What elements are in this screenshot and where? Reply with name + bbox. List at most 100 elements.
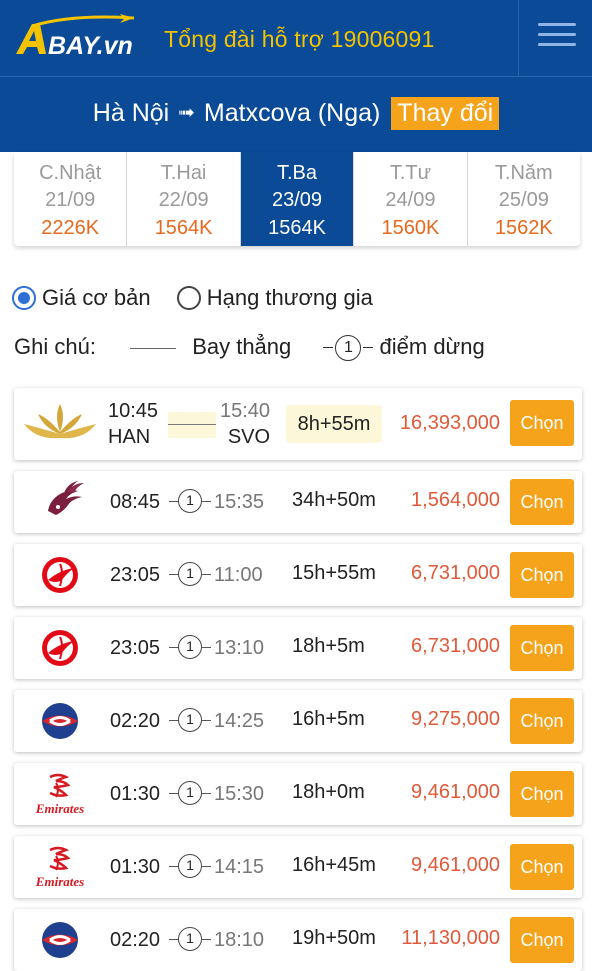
flight-duration: 19h+50m — [292, 927, 376, 949]
arrival-block: 15:40 SVO — [220, 398, 270, 450]
turkish-airlines-icon — [42, 630, 78, 666]
direct-line-icon — [130, 347, 177, 349]
arrival-time: 13:10 — [214, 637, 265, 659]
stop-icon: 1 — [169, 781, 211, 805]
hamburger-menu-icon[interactable] — [532, 20, 582, 54]
date-tab-price: 1560K — [381, 217, 440, 239]
stop-icon: 1 — [169, 562, 211, 586]
legend-stop: điểm dừng — [379, 334, 485, 359]
flight-times: 02:20 1 18:10 — [110, 927, 264, 952]
stop-count: 1 — [178, 489, 202, 513]
departure-time: 01:30 — [110, 856, 161, 878]
date-tab-day: T.Tư — [389, 162, 431, 184]
flight-card[interactable]: 23:05 1 11:00 15h+55m 6,731,000 Chọn — [14, 544, 582, 606]
flight-card[interactable]: 23:05 1 13:10 18h+5m 6,731,000 Chọn — [14, 617, 582, 679]
flight-card[interactable]: 02:20 1 18:10 19h+50m 11,130,000 Chọn — [14, 909, 582, 971]
arrival-time: 14:25 — [214, 710, 265, 732]
departure-time: 23:05 — [110, 564, 161, 586]
flight-card[interactable]: 08:45 1 15:35 34h+50m 1,564,000 Chọn — [14, 471, 582, 533]
flight-price: 6,731,000 — [411, 635, 500, 657]
date-tab-active[interactable]: T.Ba 23/09 1564K — [240, 152, 355, 246]
choose-flight-button[interactable]: Chọn — [510, 552, 574, 598]
china-eastern-icon — [42, 922, 78, 958]
date-tab-date: 25/09 — [498, 189, 549, 211]
basic-fare-label[interactable]: Giá cơ bản — [42, 285, 151, 310]
stop-count: 1 — [178, 781, 202, 805]
departure-time: 02:20 — [110, 929, 161, 951]
stop-count: 1 — [335, 335, 362, 362]
basic-fare-radio[interactable] — [12, 286, 36, 311]
emirates-icon: Emirates — [35, 846, 84, 889]
arrival-time: 11:00 — [214, 564, 263, 586]
legend: Ghi chú: Bay thẳng 1 điểm dừng — [14, 334, 485, 362]
china-eastern-icon — [42, 703, 78, 739]
departure-time: 23:05 — [110, 637, 161, 659]
date-tab-date: 22/09 — [158, 189, 209, 211]
date-tab-date: 21/09 — [45, 189, 96, 211]
origin-city: Hà Nội — [92, 99, 170, 127]
departure-block: 10:45 HAN — [108, 398, 158, 450]
abay-logo[interactable]: BAY.vn — [12, 10, 142, 66]
stop-count: 1 — [178, 854, 202, 878]
flight-card[interactable]: Emirates 01:30 1 15:30 18h+0m 9,461,000 Ch… — [14, 763, 582, 825]
choose-flight-button[interactable]: Chọn — [510, 698, 574, 744]
departure-time: 01:30 — [110, 783, 161, 805]
flight-price: 16,393,000 — [399, 412, 500, 434]
direct-line-icon — [168, 412, 216, 438]
flight-price: 9,461,000 — [411, 781, 500, 803]
date-tab[interactable]: T.Năm 25/09 1562K — [468, 152, 580, 246]
route-summary: Hà Nội ➟ Matxcova (Nga) Thay đổi — [0, 97, 592, 130]
stop-count: 1 — [178, 708, 202, 732]
date-tab-price: 1564K — [268, 217, 326, 239]
date-tab[interactable]: T.Tư 24/09 1560K — [354, 152, 468, 246]
arrival-airport: SVO — [227, 426, 271, 448]
flight-duration: 16h+5m — [292, 708, 365, 730]
legend-label: Ghi chú: — [14, 334, 96, 359]
arrival-time: 15:30 — [214, 783, 265, 805]
stop-icon: 1 — [169, 635, 211, 659]
flight-times: 08:45 1 15:35 — [110, 489, 264, 514]
svg-text:Emirates: Emirates — [35, 801, 84, 816]
qatar-airways-oryx-icon — [48, 481, 84, 515]
choose-flight-button[interactable]: Chọn — [510, 771, 574, 817]
choose-flight-button[interactable]: Chọn — [510, 844, 574, 890]
choose-flight-button[interactable]: Chọn — [510, 479, 574, 525]
date-tab-price: 1562K — [494, 217, 553, 239]
stop-count: 1 — [178, 562, 202, 586]
flight-duration: 18h+0m — [292, 781, 365, 803]
hotline-text[interactable]: Tổng đài hỗ trợ 19006091 — [164, 26, 435, 53]
date-tab-day: T.Ba — [277, 162, 318, 184]
flight-price: 9,275,000 — [411, 708, 500, 730]
date-tab[interactable]: C.Nhật 21/09 2226K — [14, 152, 128, 246]
flight-duration: 8h+55m — [286, 405, 382, 443]
departure-time: 10:45 — [108, 400, 159, 422]
flight-times: 23:05 1 13:10 — [110, 635, 264, 660]
date-tabs: C.Nhật 21/09 2226K T.Hai 22/09 1564K T.B… — [14, 152, 580, 246]
date-tab-day: C.Nhật — [39, 162, 102, 184]
flight-duration: 34h+50m — [292, 489, 376, 511]
flight-duration: 15h+55m — [292, 562, 376, 584]
flight-duration: 16h+45m — [292, 854, 376, 876]
flight-times: 01:30 1 15:30 — [110, 781, 264, 806]
date-tab-day: T.Hai — [160, 162, 207, 184]
departure-time: 08:45 — [110, 491, 161, 513]
departure-time: 02:20 — [110, 710, 161, 732]
arrival-time: 15:35 — [214, 491, 265, 513]
stop-icon: 1 — [169, 854, 211, 878]
business-fare-radio[interactable] — [176, 286, 201, 311]
flight-card[interactable]: 10:45 HAN 15:40 SVO 8h+55m 16,393,000 Ch… — [14, 388, 582, 460]
flight-price: 9,461,000 — [411, 854, 500, 876]
choose-flight-button[interactable]: Chọn — [510, 917, 574, 963]
route-bar: Hà Nội ➟ Matxcova (Nga) Thay đổi — [0, 76, 592, 152]
date-tab[interactable]: T.Hai 22/09 1564K — [127, 152, 241, 246]
choose-flight-button[interactable]: Chọn — [510, 400, 574, 446]
flight-price: 11,130,000 — [401, 927, 500, 949]
flight-times: 02:20 1 14:25 — [110, 708, 264, 733]
choose-flight-button[interactable]: Chọn — [510, 625, 574, 671]
stop-icon: 1 — [169, 489, 211, 513]
flight-card[interactable]: 02:20 1 14:25 16h+5m 9,275,000 Chọn — [14, 690, 582, 752]
business-fare-label[interactable]: Hạng thương gia — [207, 285, 373, 310]
change-route-button[interactable]: Thay đổi — [391, 97, 500, 130]
flight-card[interactable]: Emirates 01:30 1 14:15 16h+45m 9,461,000 C… — [14, 836, 582, 898]
arrival-time: 14:15 — [214, 856, 265, 878]
